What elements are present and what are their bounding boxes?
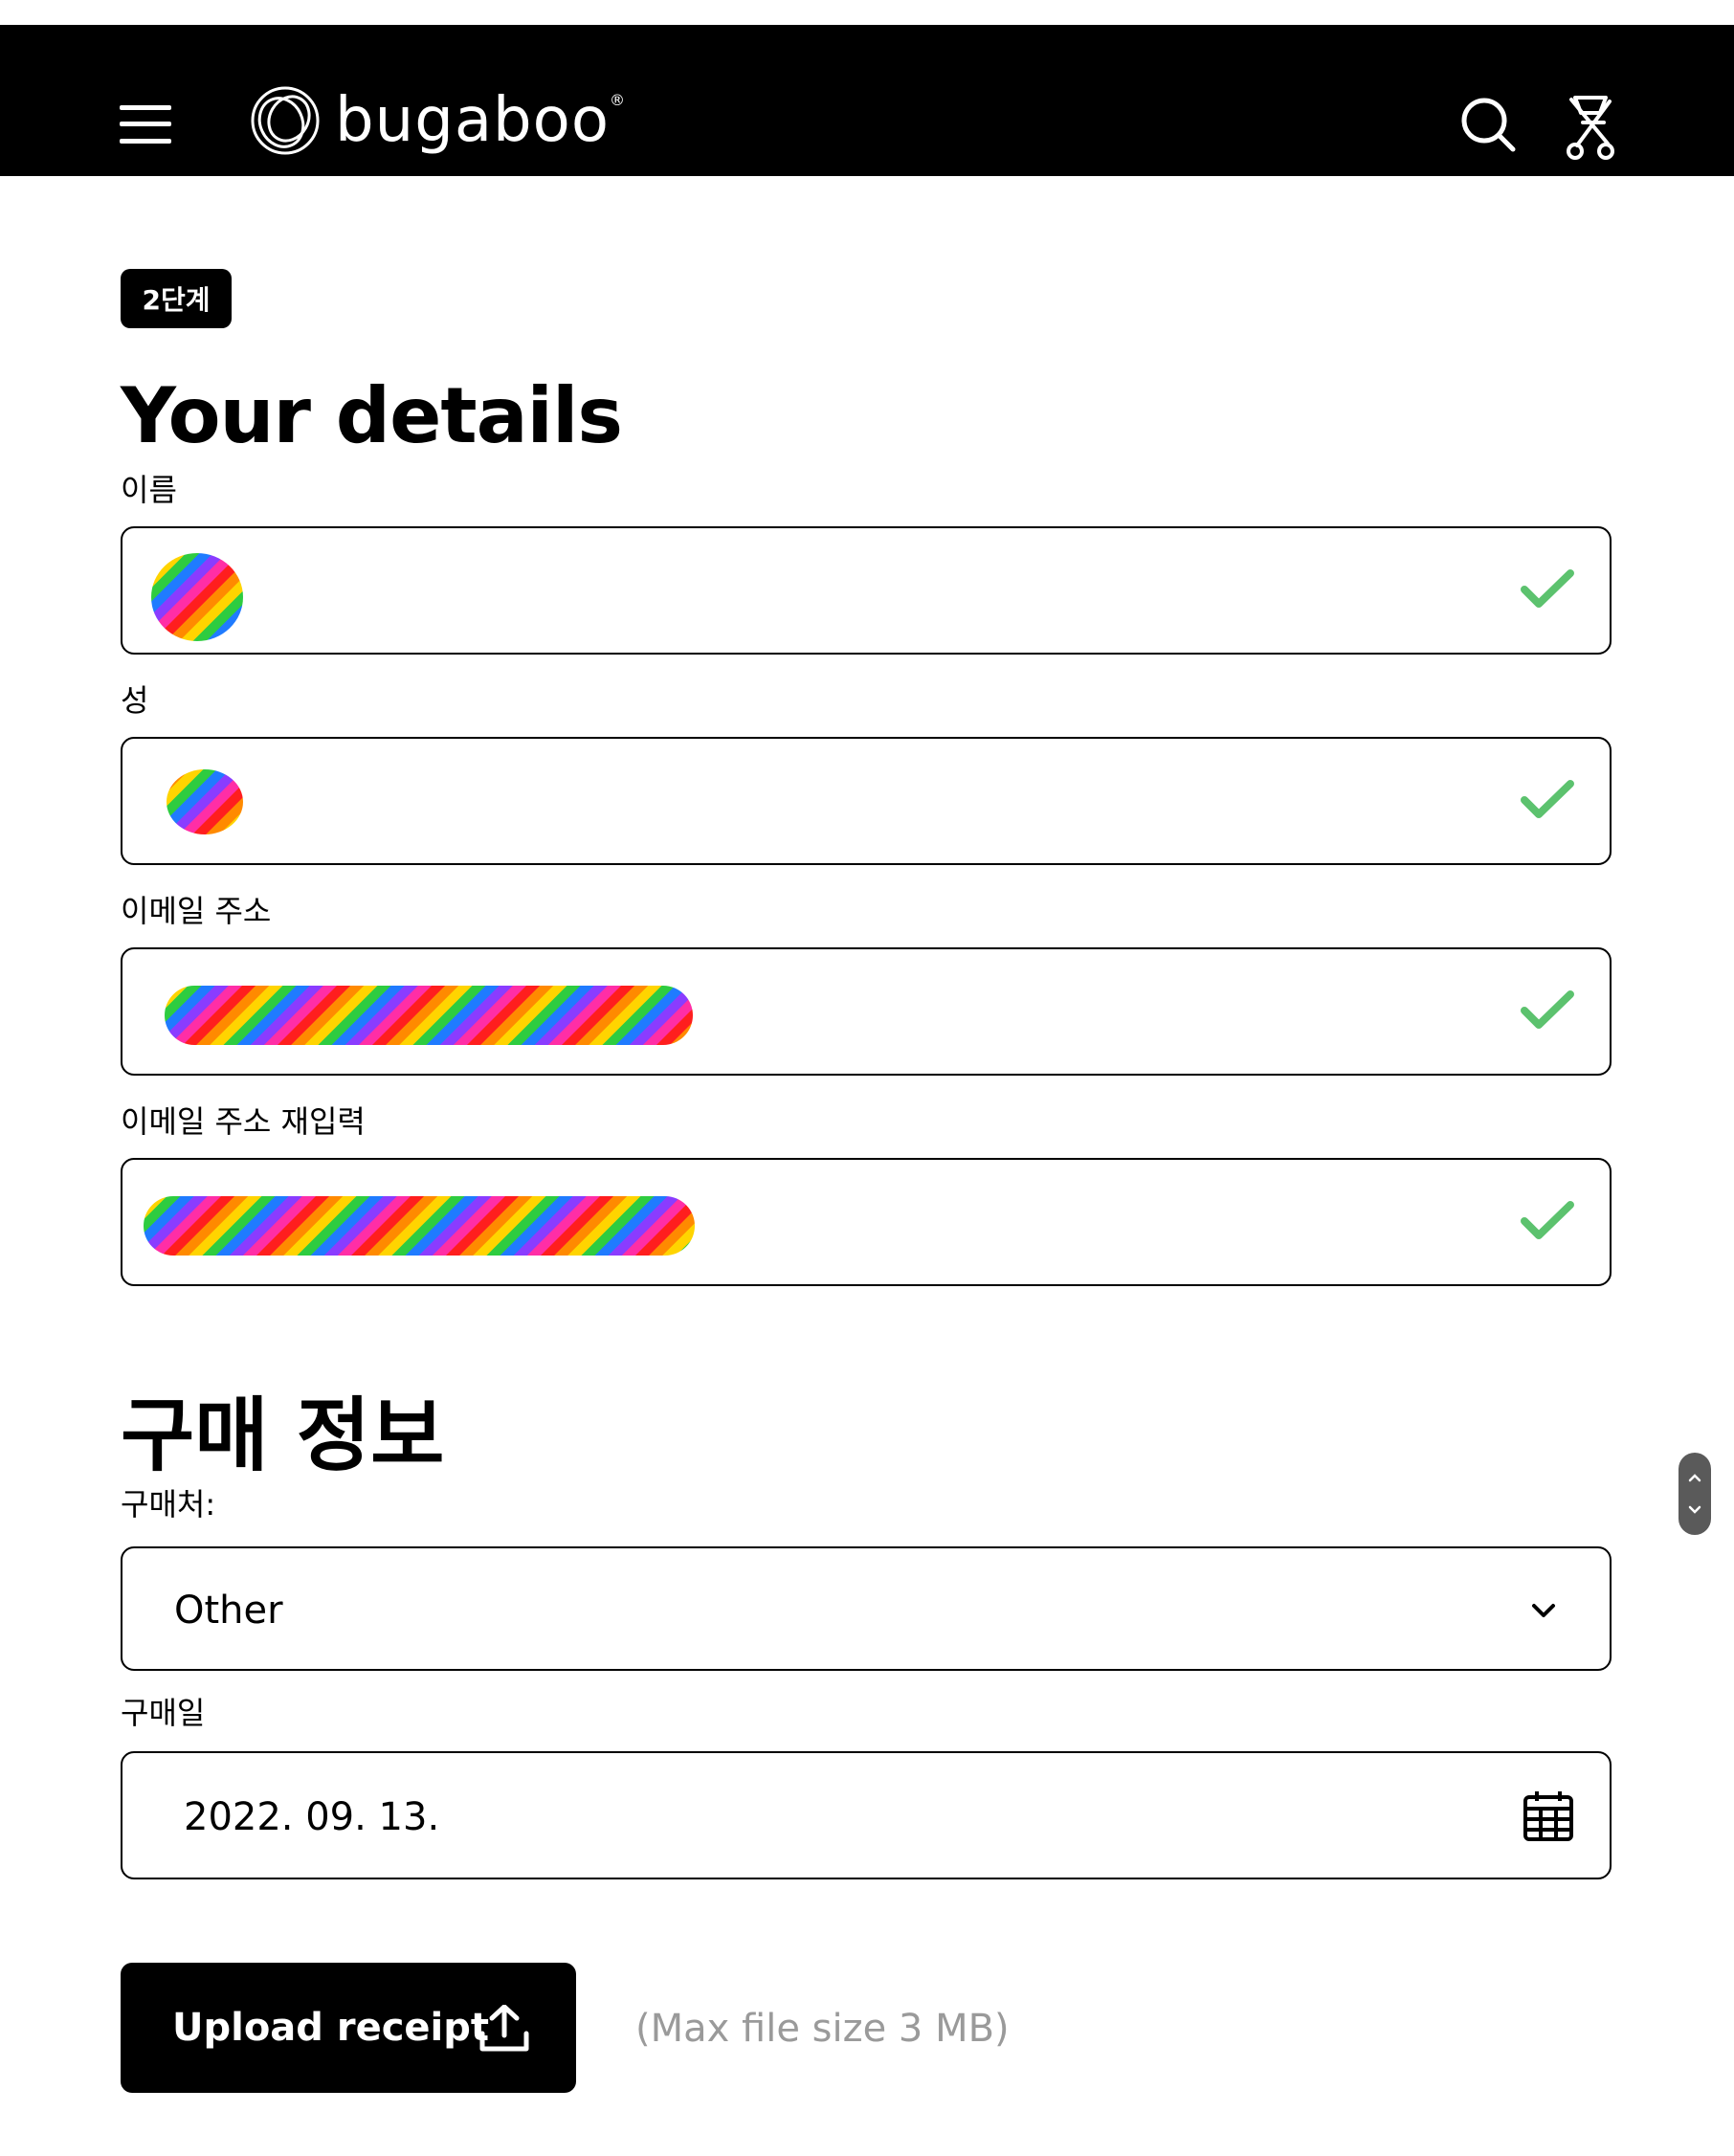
valid-check-icon — [1521, 1201, 1574, 1239]
purchase-date-field[interactable]: 2022. 09. 13. — [121, 1751, 1612, 1879]
store-label: 구매처: — [121, 1486, 216, 1523]
purchase-date-value: 2022. 09. 13. — [184, 1795, 440, 1839]
email-label: 이메일 주소 — [121, 893, 272, 929]
step-badge: 2단계 — [121, 269, 232, 328]
redacted-value — [144, 1196, 695, 1256]
logo-circles-icon — [251, 86, 320, 155]
max-file-size-note: (Max file size 3 MB) — [635, 2007, 1010, 2051]
section-title-purchase-info: 구매 정보 — [121, 1389, 445, 1482]
confirm-email-field[interactable] — [121, 1158, 1612, 1286]
redacted-value — [167, 769, 243, 834]
chevron-up-icon — [1688, 1474, 1701, 1482]
bugaboo-logo[interactable]: bugaboo ® — [249, 82, 625, 159]
calendar-icon[interactable] — [1522, 1789, 1575, 1843]
first-name-label: 이름 — [121, 472, 177, 508]
top-nav-bar: bugaboo ® — [0, 25, 1734, 176]
first-name-field[interactable] — [121, 526, 1612, 655]
upload-icon — [479, 2005, 529, 2052]
scrollbar-thumb[interactable] — [1678, 1453, 1711, 1535]
upload-receipt-label: Upload receipt — [172, 2006, 490, 2050]
email-field[interactable] — [121, 947, 1612, 1076]
valid-check-icon — [1521, 990, 1574, 1029]
redacted-value — [165, 986, 693, 1045]
chevron-down-icon — [1532, 1604, 1555, 1617]
section-title-your-details: Your details — [121, 371, 623, 460]
store-select[interactable]: Other — [121, 1546, 1612, 1671]
search-icon[interactable] — [1459, 96, 1517, 153]
store-selected-value: Other — [174, 1589, 283, 1633]
registered-mark: ® — [609, 90, 625, 109]
hamburger-menu-icon[interactable] — [120, 105, 171, 144]
valid-check-icon — [1521, 569, 1574, 608]
stroller-icon[interactable] — [1562, 92, 1619, 161]
purchase-date-label: 구매일 — [121, 1695, 206, 1731]
logo-text: bugaboo — [335, 85, 610, 156]
upload-receipt-button[interactable]: Upload receipt — [121, 1963, 576, 2093]
redacted-value — [151, 553, 243, 641]
valid-check-icon — [1521, 780, 1574, 818]
confirm-email-label: 이메일 주소 재입력 — [121, 1103, 366, 1140]
last-name-field[interactable] — [121, 737, 1612, 865]
chevron-down-icon — [1688, 1505, 1701, 1514]
last-name-label: 성 — [121, 682, 149, 719]
